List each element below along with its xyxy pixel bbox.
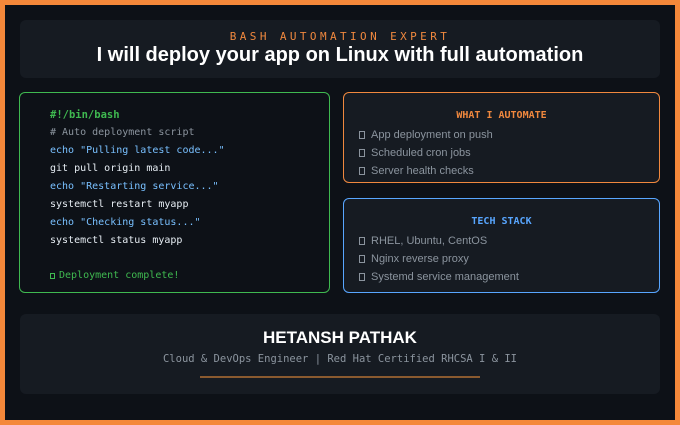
list-item: Systemd service management — [359, 271, 519, 283]
list-item-label: Scheduled cron jobs — [371, 147, 471, 159]
list-item: Scheduled cron jobs — [359, 147, 471, 159]
tech-stack-panel: TECH STACK RHEL, Ubuntu, CentOS Nginx re… — [343, 198, 660, 293]
profile-card: HETANSH PATHAK Cloud & DevOps Engineer |… — [20, 314, 660, 394]
code-cmd-status: systemctl status myapp — [50, 235, 183, 246]
list-item: Server health checks — [359, 165, 474, 177]
checkbox-icon — [359, 149, 365, 157]
code-panel: #!/bin/bash # Auto deployment script ech… — [19, 92, 330, 293]
code-echo-restart: echo "Restarting service..." — [50, 181, 219, 192]
code-echo-pull: echo "Pulling latest code..." — [50, 145, 225, 156]
code-cmd-restart: systemctl restart myapp — [50, 199, 189, 210]
code-done-line: Deployment complete! — [50, 270, 179, 281]
checkbox-icon — [50, 273, 55, 279]
tech-stack-title: TECH STACK — [471, 216, 532, 227]
code-shebang: #!/bin/bash — [50, 109, 120, 121]
list-item-label: Nginx reverse proxy — [371, 253, 469, 265]
list-item-label: Systemd service management — [371, 271, 519, 283]
checkbox-icon — [359, 255, 365, 263]
list-item-label: RHEL, Ubuntu, CentOS — [371, 235, 488, 247]
checkbox-icon — [359, 131, 365, 139]
list-item-label: Server health checks — [371, 165, 474, 177]
list-item: RHEL, Ubuntu, CentOS — [359, 235, 487, 247]
author-role: Cloud & DevOps Engineer | Red Hat Certif… — [162, 353, 517, 365]
page-title: I will deploy your app on Linux with ful… — [96, 44, 584, 66]
checkbox-icon — [359, 167, 365, 175]
divider — [200, 376, 480, 378]
code-done-text: Deployment complete! — [59, 270, 180, 281]
header-card: BASH AUTOMATION EXPERT I will deploy you… — [20, 20, 660, 78]
checkbox-icon — [359, 273, 365, 281]
list-item-label: App deployment on push — [371, 129, 493, 141]
automate-title: WHAT I AUTOMATE — [456, 110, 547, 121]
code-cmd-pull: git pull origin main — [50, 163, 171, 174]
author-name: HETANSH PATHAK — [263, 328, 417, 347]
code-comment: # Auto deployment script — [50, 127, 195, 138]
code-echo-status: echo "Checking status..." — [50, 217, 201, 228]
list-item: App deployment on push — [359, 129, 493, 141]
checkbox-icon — [359, 237, 365, 245]
gig-banner: BASH AUTOMATION EXPERT I will deploy you… — [5, 5, 675, 420]
list-item: Nginx reverse proxy — [359, 253, 469, 265]
kicker-text: BASH AUTOMATION EXPERT — [229, 30, 451, 43]
automate-panel: WHAT I AUTOMATE App deployment on push S… — [343, 92, 660, 183]
